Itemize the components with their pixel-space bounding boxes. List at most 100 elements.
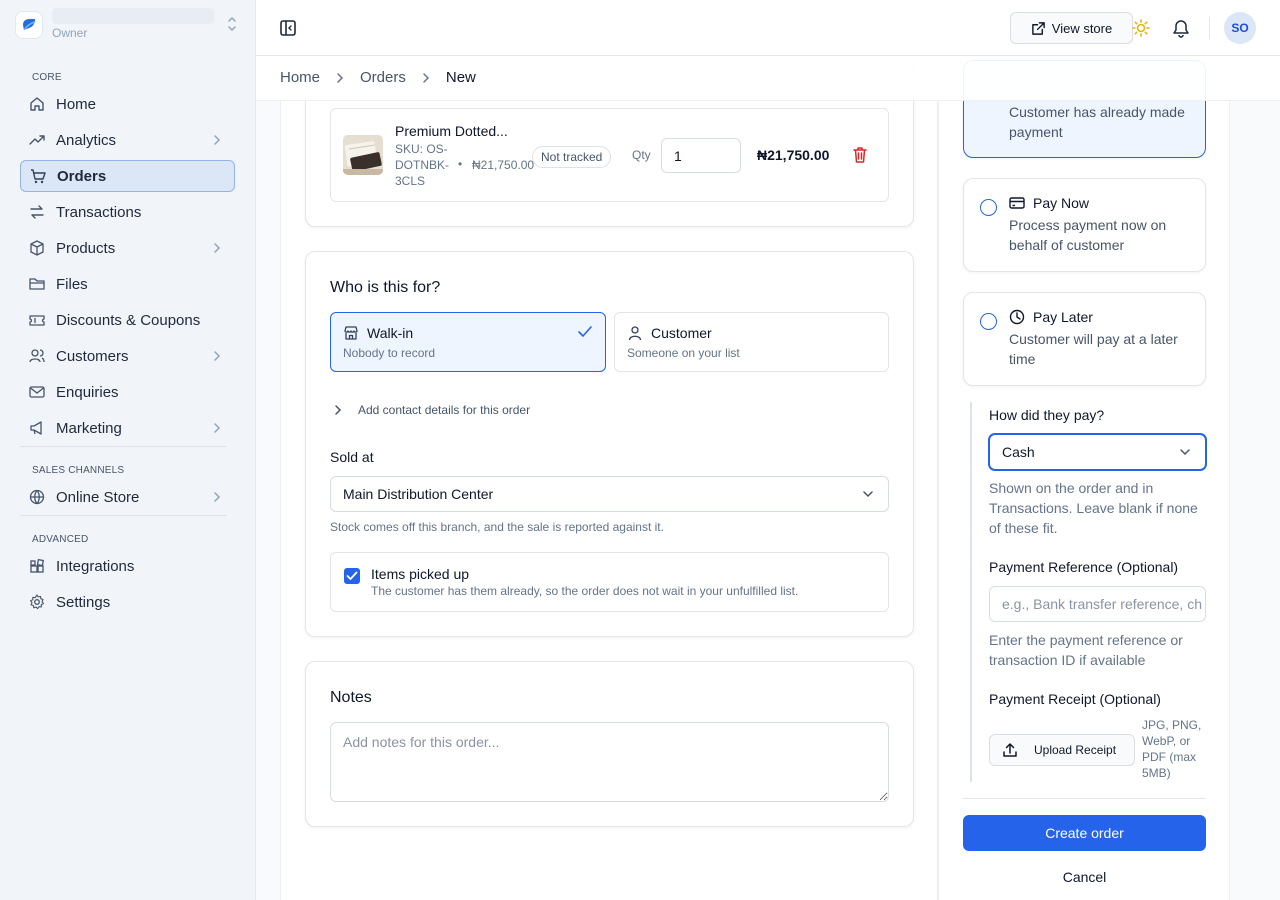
breadcrumb: Home Orders New — [280, 69, 476, 86]
breadcrumb-current: New — [445, 69, 476, 86]
walkin-option[interactable]: Walk-in Nobody to record — [330, 312, 606, 372]
chevron-down-icon — [862, 489, 874, 499]
pay-now-radio[interactable] — [980, 199, 997, 216]
sidebar-item-products[interactable]: Products — [20, 232, 235, 264]
upload-icon — [1002, 742, 1018, 758]
store-role: Owner — [52, 26, 88, 40]
credit-card-icon — [1009, 195, 1025, 211]
sold-at-label: Sold at — [330, 449, 374, 465]
breadcrumb-orders[interactable]: Orders — [360, 69, 406, 86]
pay-later-subtitle: Customer will pay at a later time — [1009, 331, 1178, 367]
sold-at-hint: Stock comes off this branch, and the sal… — [330, 520, 664, 534]
pickup-option[interactable]: Items picked up The customer has them al… — [330, 552, 889, 612]
pay-later-option[interactable]: Pay Later Customer will pay at a later t… — [963, 292, 1206, 386]
bell-icon[interactable] — [1172, 18, 1190, 38]
line-total: ₦21,750.00 — [757, 147, 830, 163]
payment-details-rail — [970, 402, 972, 782]
pickup-title: Items picked up — [371, 566, 470, 582]
ticket-icon — [28, 311, 46, 329]
sidebar-item-label: Marketing — [56, 419, 122, 437]
pickup-checkbox[interactable] — [344, 568, 360, 584]
customer-option[interactable]: Customer Someone on your list — [614, 312, 889, 372]
sidebar-item-discounts[interactable]: Discounts & Coupons — [20, 304, 235, 336]
puzzle-grid-icon — [28, 557, 46, 575]
folder-icon — [28, 275, 46, 293]
payment-method-label: How did they pay? — [989, 407, 1105, 423]
sidebar-item-enquiries[interactable]: Enquiries — [20, 376, 235, 408]
sidebar-item-marketing[interactable]: Marketing — [20, 412, 235, 444]
chevron-right-icon — [211, 133, 223, 147]
users-icon — [28, 347, 46, 365]
chevron-right-icon — [333, 404, 343, 416]
upload-receipt-button[interactable]: Upload Receipt — [989, 734, 1135, 766]
chevron-up-down-icon — [226, 15, 238, 33]
section-label-advanced: ADVANCED — [32, 534, 89, 545]
sidebar-item-home[interactable]: Home — [20, 88, 235, 120]
sidebar-item-label: Online Store — [56, 488, 140, 506]
unit-price: ₦21,750.00 — [472, 158, 535, 172]
payment-method-hint: Shown on the order and in Transactions. … — [989, 480, 1198, 536]
sidebar-item-integrations[interactable]: Integrations — [20, 550, 235, 582]
clock-icon — [1009, 309, 1025, 325]
pay-now-title: Pay Now — [1033, 195, 1090, 211]
actions-separator — [963, 798, 1206, 799]
payment-reference-input[interactable] — [989, 586, 1206, 622]
chevron-right-icon — [421, 72, 431, 84]
view-store-button[interactable]: View store — [1010, 12, 1133, 44]
sidebar-item-label: Orders — [57, 167, 107, 185]
trash-icon[interactable] — [852, 146, 868, 164]
store-switcher[interactable]: Owner — [16, 8, 242, 42]
notes-textarea[interactable] — [330, 722, 889, 802]
sidebar-item-orders[interactable]: Orders — [20, 160, 235, 192]
sidebar-divider — [20, 515, 227, 516]
sidebar-item-label: Discounts & Coupons — [56, 311, 201, 329]
pay-now-option[interactable]: Pay Now Process payment now on behalf of… — [963, 178, 1206, 272]
sun-icon[interactable] — [1131, 18, 1151, 38]
sold-at-value: Main Distribution Center — [343, 486, 494, 502]
product-name: Premium Dotted... — [395, 123, 508, 139]
store-logo — [16, 12, 42, 38]
avatar[interactable]: SO — [1224, 12, 1256, 44]
add-contact-toggle[interactable]: Add contact details for this order — [333, 403, 530, 417]
sidebar-toggle-icon[interactable] — [278, 18, 298, 38]
breadcrumb-home[interactable]: Home — [280, 69, 320, 86]
chevron-down-icon — [1179, 447, 1191, 457]
pay-now-subtitle: Process payment now on behalf of custome… — [1009, 217, 1167, 253]
customer-title: Customer — [651, 325, 712, 341]
top-bar: View store SO — [256, 0, 1280, 56]
chevron-right-icon — [211, 349, 223, 363]
payment-receipt-label: Payment Receipt (Optional) — [989, 691, 1161, 707]
cart-icon — [29, 167, 47, 185]
add-contact-label: Add contact details for this order — [358, 403, 531, 417]
product-thumbnail[interactable] — [343, 135, 383, 175]
chevron-right-icon — [211, 490, 223, 504]
sidebar-item-label: Home — [56, 95, 97, 113]
arrows-exchange-icon — [28, 203, 46, 221]
quantity-input[interactable] — [661, 138, 741, 173]
create-order-button[interactable]: Create order — [963, 815, 1206, 851]
pay-later-radio[interactable] — [980, 313, 997, 330]
external-link-icon — [1031, 21, 1046, 36]
sidebar-item-analytics[interactable]: Analytics — [20, 124, 235, 156]
sidebar-item-label: Analytics — [56, 131, 117, 149]
payment-method-select[interactable]: Cash — [989, 434, 1206, 470]
sidebar-item-files[interactable]: Files — [20, 268, 235, 300]
sidebar-item-customers[interactable]: Customers — [20, 340, 235, 372]
who-title: Who is this for? — [330, 279, 441, 296]
notes-title: Notes — [330, 689, 372, 706]
payment-method-value: Cash — [1002, 444, 1035, 460]
section-label-core: CORE — [32, 72, 62, 83]
pickup-subtitle: The customer has them already, so the or… — [371, 584, 799, 598]
sold-at-select[interactable]: Main Distribution Center — [330, 476, 889, 512]
chevron-right-icon — [211, 421, 223, 435]
sidebar-item-online-store[interactable]: Online Store — [20, 481, 235, 513]
line-item-row: Premium Dotted... SKU: OS-DOTNBK-3CLS • … — [330, 108, 889, 202]
sidebar-item-transactions[interactable]: Transactions — [20, 196, 235, 228]
chevron-right-icon — [211, 241, 223, 255]
customer-subtitle: Someone on your list — [627, 346, 740, 360]
cancel-button[interactable]: Cancel — [963, 860, 1206, 894]
box-icon — [28, 239, 46, 257]
check-icon — [577, 325, 593, 339]
sidebar-item-settings[interactable]: Settings — [20, 586, 235, 618]
pay-later-title: Pay Later — [1033, 309, 1093, 325]
